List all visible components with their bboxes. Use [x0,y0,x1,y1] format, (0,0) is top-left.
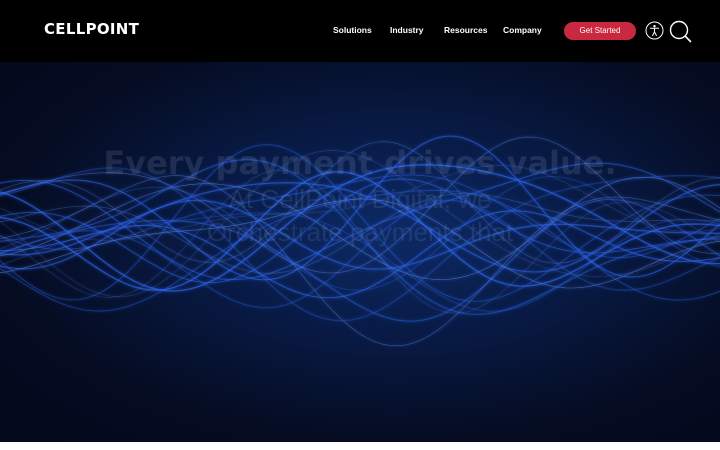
hero-headline: Every payment drives value. [103,144,617,182]
search-icon[interactable] [669,20,692,48]
hero-subline-1: At CellPoint Digital, we [228,184,492,214]
hero-subline-2: Orchestrate payments that [206,217,514,247]
accessibility-icon[interactable] [645,21,664,45]
get-started-button[interactable]: Get Started [564,22,636,40]
page-bottom-area [0,442,720,450]
light-waves-background [0,135,720,347]
nav-item-solutions[interactable]: Solutions [333,25,372,35]
hero-section: Every payment drives value. At CellPoint… [0,62,720,442]
cellpoint-logo[interactable]: CELLPOINT [44,20,139,38]
site-header: CELLPOINT Solutions Industry Resources C… [0,0,720,62]
nav-item-resources[interactable]: Resources [444,25,487,35]
nav-item-industry[interactable]: Industry [390,25,424,35]
nav-item-company[interactable]: Company [503,25,542,35]
